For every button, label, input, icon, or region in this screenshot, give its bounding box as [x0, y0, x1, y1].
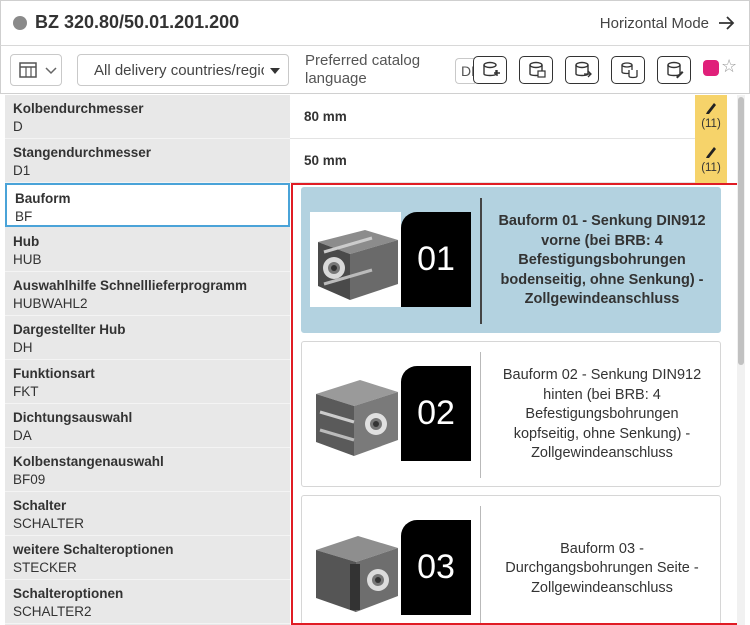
option-number: 01 — [401, 212, 471, 307]
value-row[interactable]: 80 mm — [290, 95, 695, 139]
database-export-icon — [529, 61, 546, 78]
attribute-item[interactable]: Kolbenstangenauswahl BF09 — [5, 448, 290, 492]
database-export-button[interactable] — [519, 56, 553, 84]
edit-count: (11) — [701, 118, 721, 130]
attribute-code: BF09 — [13, 472, 46, 487]
option-label: Bauform 02 - Senkung DIN912 hinten (bei … — [502, 367, 702, 462]
database-edit-icon — [667, 61, 684, 79]
cylinder-image-icon — [310, 520, 401, 615]
value-text: 80 mm — [304, 109, 347, 124]
attribute-name: Schalter — [13, 498, 67, 513]
cylinder-image-icon — [310, 366, 401, 461]
attribute-item[interactable]: Schalter SCHALTER — [5, 492, 290, 536]
attribute-code: D — [13, 119, 23, 134]
attribute-name: Dargestellter Hub — [13, 322, 126, 337]
database-arrow-icon — [575, 61, 592, 78]
database-add-icon — [483, 61, 500, 77]
attribute-item[interactable]: Funktionsart FKT — [5, 360, 290, 404]
attribute-item[interactable]: Dichtungsauswahl DA — [5, 404, 290, 448]
attribute-name: Stangendurchmesser — [13, 145, 152, 160]
view-toggle-button[interactable] — [10, 54, 62, 86]
attribute-code: SCHALTER2 — [13, 604, 92, 619]
language-select[interactable]: DE — [455, 58, 475, 84]
cylinder-image-icon — [310, 212, 401, 307]
value-panel: 80 mm (11) 50 mm (11) 01 Bauform 01 - Se… — [290, 95, 740, 625]
attribute-item[interactable]: Auswahlhilfe Schnelllieferprogramm HUBWA… — [5, 272, 290, 316]
database-copy-button[interactable] — [611, 56, 645, 84]
scrollbar-thumb[interactable] — [738, 97, 744, 365]
pencil-icon — [706, 147, 716, 158]
header-bar: BZ 320.80/50.01.201.200 Horizontal Mode — [0, 0, 750, 46]
edit-count: (11) — [701, 162, 721, 174]
attribute-name: Kolbendurchmesser — [13, 101, 144, 116]
attribute-item[interactable]: Hub HUB — [5, 228, 290, 272]
language-label: Preferred catalog language — [305, 52, 421, 87]
attribute-item[interactable]: Stangendurchmesser D1 — [5, 139, 290, 183]
star-icon[interactable]: ☆ — [721, 56, 737, 77]
page-title: BZ 320.80/50.01.201.200 — [35, 12, 240, 32]
attribute-item[interactable]: Dargestellter Hub DH — [5, 316, 290, 360]
option-number: 03 — [401, 520, 471, 615]
attribute-item-selected[interactable]: Bauform BF — [5, 183, 290, 227]
attribute-code: HUBWAHL2 — [13, 296, 88, 311]
status-dot-icon — [13, 16, 27, 30]
attribute-name: Dichtungsauswahl — [13, 410, 133, 425]
option-selection-box: 01 Bauform 01 - Senkung DIN912 vorne (be… — [291, 183, 740, 625]
divider — [480, 506, 481, 623]
app-logo-icon[interactable] — [703, 60, 719, 76]
attribute-code: DH — [13, 340, 33, 355]
option-card-selected[interactable]: 01 Bauform 01 - Senkung DIN912 vorne (be… — [301, 187, 721, 333]
option-card[interactable]: 03 Bauform 03 - Durchgangsbohrungen Seit… — [301, 495, 721, 623]
country-select-value: All delivery countries/regions — [94, 62, 264, 79]
attribute-code: SCHALTER — [13, 516, 85, 531]
attribute-code: DA — [13, 428, 32, 443]
database-copy-icon — [621, 62, 638, 79]
horizontal-mode-link[interactable]: Horizontal Mode — [600, 15, 709, 32]
attribute-item[interactable]: weitere Schalteroptionen STECKER — [5, 536, 290, 580]
database-arrow-button[interactable] — [565, 56, 599, 84]
option-number: 02 — [401, 366, 471, 461]
edit-button[interactable]: (11) — [695, 139, 727, 183]
chevron-down-icon — [45, 67, 57, 75]
toolbar: All delivery countries/regions Preferred… — [0, 46, 750, 94]
option-label: Bauform 03 - Durchgangsbohrungen Seite -… — [505, 540, 699, 596]
table-icon — [19, 62, 37, 78]
country-select[interactable]: All delivery countries/regions — [77, 54, 289, 86]
attribute-name: Auswahlhilfe Schnelllieferprogramm — [13, 278, 248, 293]
value-row[interactable]: 50 mm — [290, 139, 695, 183]
attribute-code: D1 — [13, 163, 31, 178]
attribute-name: Kolbenstangenauswahl — [13, 454, 164, 469]
attribute-code: BF — [15, 209, 33, 224]
arrow-right-icon[interactable] — [717, 13, 735, 33]
option-label: Bauform 01 - Senkung DIN912 vorne (bei B… — [498, 213, 706, 308]
option-card[interactable]: 02 Bauform 02 - Senkung DIN912 hinten (b… — [301, 341, 721, 487]
attribute-list: Kolbendurchmesser D Stangendurchmesser D… — [5, 95, 290, 625]
database-add-button[interactable] — [473, 56, 507, 84]
attribute-code: HUB — [13, 252, 42, 267]
attribute-code: STECKER — [13, 560, 77, 575]
divider — [480, 352, 481, 478]
attribute-name: Bauform — [15, 191, 71, 206]
attribute-name: Schalteroptionen — [13, 586, 124, 601]
attribute-name: weitere Schalteroptionen — [13, 542, 174, 557]
attribute-item[interactable]: Kolbendurchmesser D — [5, 95, 290, 139]
database-edit-button[interactable] — [657, 56, 691, 84]
attribute-code: FKT — [13, 384, 39, 399]
caret-down-icon — [270, 68, 280, 74]
value-text: 50 mm — [304, 153, 347, 168]
attribute-name: Funktionsart — [13, 366, 95, 381]
divider — [480, 198, 482, 324]
scrollbar[interactable] — [737, 95, 745, 625]
attribute-item[interactable]: Schalteroptionen SCHALTER2 — [5, 580, 290, 624]
attribute-name: Hub — [13, 234, 40, 249]
edit-button[interactable]: (11) — [695, 95, 727, 139]
pencil-icon — [706, 103, 716, 114]
